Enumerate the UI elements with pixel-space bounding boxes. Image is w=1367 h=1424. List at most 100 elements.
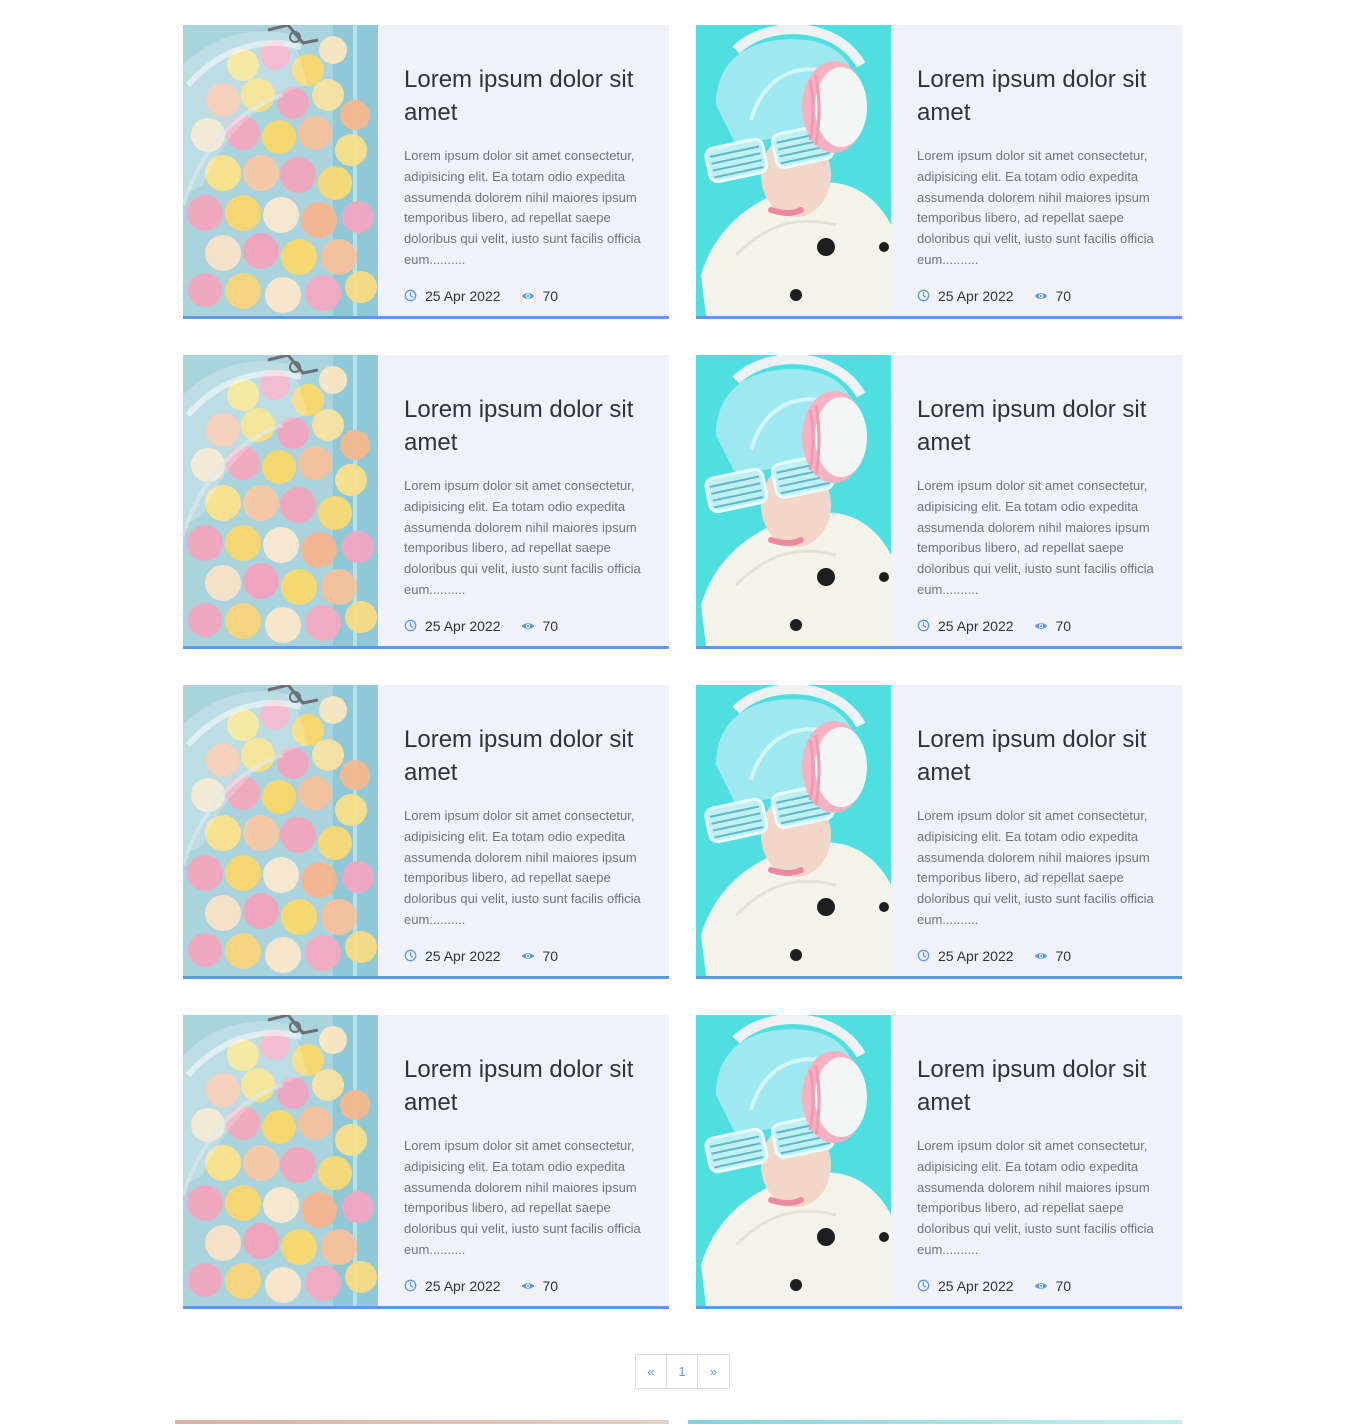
next-row-card-peek-right <box>688 1420 1182 1424</box>
eye-icon <box>1034 623 1047 629</box>
headphones-girl-image <box>696 1015 891 1306</box>
post-title[interactable]: Lorem ipsum dolor sit amet <box>404 63 661 129</box>
next-page-button[interactable]: » <box>698 1355 729 1388</box>
post-excerpt: Lorem ipsum dolor sit amet consectetur, … <box>917 1138 1154 1257</box>
post-views: 70 <box>1034 287 1072 304</box>
post-card[interactable]: Lorem ipsum dolor sit amet Lorem ipsum do… <box>696 1015 1182 1309</box>
post-excerpt: Lorem ipsum dolor sit amet consectetur, … <box>917 808 1154 927</box>
clock-icon <box>404 949 417 962</box>
post-date-text: 25 Apr 2022 <box>425 1277 501 1294</box>
eye-icon <box>1034 293 1047 299</box>
post-date-text: 25 Apr 2022 <box>938 1277 1014 1294</box>
post-grid: Lorem ipsum dolor sit amet Lorem ipsum do… <box>183 25 1182 1309</box>
post-thumbnail[interactable] <box>183 685 378 976</box>
post-date-text: 25 Apr 2022 <box>425 947 501 964</box>
post-views-count: 70 <box>1055 287 1072 304</box>
headphones-girl-image <box>696 25 891 316</box>
clock-icon <box>917 1279 930 1292</box>
candy-jar-image <box>183 1015 378 1306</box>
post-excerpt: Lorem ipsum dolor sit amet consectetur, … <box>404 1138 641 1257</box>
post-card[interactable]: Lorem ipsum dolor sit amet Lorem ipsum do… <box>696 685 1182 979</box>
candy-jar-image <box>183 685 378 976</box>
candy-jar-image <box>183 25 378 316</box>
post-views: 70 <box>521 947 559 964</box>
post-title[interactable]: Lorem ipsum dolor sit amet <box>917 723 1174 789</box>
post-views-count: 70 <box>1055 617 1072 634</box>
post-meta: 25 Apr 2022 70 <box>404 948 661 964</box>
clock-icon <box>917 949 930 962</box>
post-thumbnail[interactable] <box>696 25 891 316</box>
post-meta: 25 Apr 2022 70 <box>404 288 661 304</box>
post-views-count: 70 <box>1055 1277 1072 1294</box>
post-meta: 25 Apr 2022 70 <box>917 948 1174 964</box>
headphones-girl-image <box>696 685 891 976</box>
post-title[interactable]: Lorem ipsum dolor sit amet <box>917 63 1174 129</box>
prev-page-button[interactable]: « <box>636 1355 667 1388</box>
post-meta: 25 Apr 2022 70 <box>917 288 1174 304</box>
post-title[interactable]: Lorem ipsum dolor sit amet <box>404 393 661 459</box>
clock-icon <box>404 1279 417 1292</box>
post-views-count: 70 <box>542 287 559 304</box>
post-views-count: 70 <box>542 1277 559 1294</box>
clock-icon <box>404 619 417 632</box>
post-title[interactable]: Lorem ipsum dolor sit amet <box>404 1053 661 1119</box>
eye-icon <box>521 623 534 629</box>
post-views: 70 <box>521 617 559 634</box>
eye-icon <box>521 1283 534 1289</box>
post-thumbnail[interactable] <box>183 25 378 316</box>
post-card[interactable]: Lorem ipsum dolor sit amet Lorem ipsum do… <box>696 355 1182 649</box>
headphones-girl-image <box>696 355 891 646</box>
clock-icon <box>404 289 417 302</box>
post-excerpt: Lorem ipsum dolor sit amet consectetur, … <box>917 148 1154 267</box>
post-title[interactable]: Lorem ipsum dolor sit amet <box>917 393 1174 459</box>
post-views: 70 <box>521 287 559 304</box>
post-card[interactable]: Lorem ipsum dolor sit amet Lorem ipsum do… <box>183 685 669 979</box>
post-date: 25 Apr 2022 <box>404 948 501 964</box>
post-views-count: 70 <box>1055 947 1072 964</box>
post-card[interactable]: Lorem ipsum dolor sit amet Lorem ipsum do… <box>183 355 669 649</box>
post-date: 25 Apr 2022 <box>917 618 1014 634</box>
post-date-text: 25 Apr 2022 <box>425 617 501 634</box>
post-views: 70 <box>1034 1277 1072 1294</box>
eye-icon <box>1034 953 1047 959</box>
post-card[interactable]: Lorem ipsum dolor sit amet Lorem ipsum do… <box>696 25 1182 319</box>
post-views-count: 70 <box>542 617 559 634</box>
page-1-button[interactable]: 1 <box>667 1355 698 1388</box>
post-thumbnail[interactable] <box>696 685 891 976</box>
post-date-text: 25 Apr 2022 <box>425 287 501 304</box>
eye-icon <box>1034 1283 1047 1289</box>
eye-icon <box>521 293 534 299</box>
candy-jar-image <box>183 355 378 646</box>
post-views: 70 <box>1034 617 1072 634</box>
post-meta: 25 Apr 2022 70 <box>917 618 1174 634</box>
post-thumbnail[interactable] <box>183 355 378 646</box>
post-meta: 25 Apr 2022 70 <box>917 1278 1174 1294</box>
post-excerpt: Lorem ipsum dolor sit amet consectetur, … <box>404 808 641 927</box>
post-date: 25 Apr 2022 <box>404 618 501 634</box>
post-views-count: 70 <box>542 947 559 964</box>
eye-icon <box>521 953 534 959</box>
post-excerpt: Lorem ipsum dolor sit amet consectetur, … <box>404 478 641 597</box>
post-excerpt: Lorem ipsum dolor sit amet consectetur, … <box>917 478 1154 597</box>
post-title[interactable]: Lorem ipsum dolor sit amet <box>404 723 661 789</box>
post-date-text: 25 Apr 2022 <box>938 287 1014 304</box>
clock-icon <box>917 289 930 302</box>
post-date: 25 Apr 2022 <box>917 1278 1014 1294</box>
post-date-text: 25 Apr 2022 <box>938 947 1014 964</box>
pagination: « 1 » <box>635 1354 730 1389</box>
post-thumbnail[interactable] <box>696 1015 891 1306</box>
post-thumbnail[interactable] <box>183 1015 378 1306</box>
post-date: 25 Apr 2022 <box>917 288 1014 304</box>
post-thumbnail[interactable] <box>696 355 891 646</box>
post-date: 25 Apr 2022 <box>404 1278 501 1294</box>
post-card[interactable]: Lorem ipsum dolor sit amet Lorem ipsum do… <box>183 25 669 319</box>
clock-icon <box>917 619 930 632</box>
post-meta: 25 Apr 2022 70 <box>404 1278 661 1294</box>
post-views: 70 <box>521 1277 559 1294</box>
post-date: 25 Apr 2022 <box>917 948 1014 964</box>
post-date: 25 Apr 2022 <box>404 288 501 304</box>
post-meta: 25 Apr 2022 70 <box>404 618 661 634</box>
post-title[interactable]: Lorem ipsum dolor sit amet <box>917 1053 1174 1119</box>
post-card[interactable]: Lorem ipsum dolor sit amet Lorem ipsum do… <box>183 1015 669 1309</box>
post-views: 70 <box>1034 947 1072 964</box>
